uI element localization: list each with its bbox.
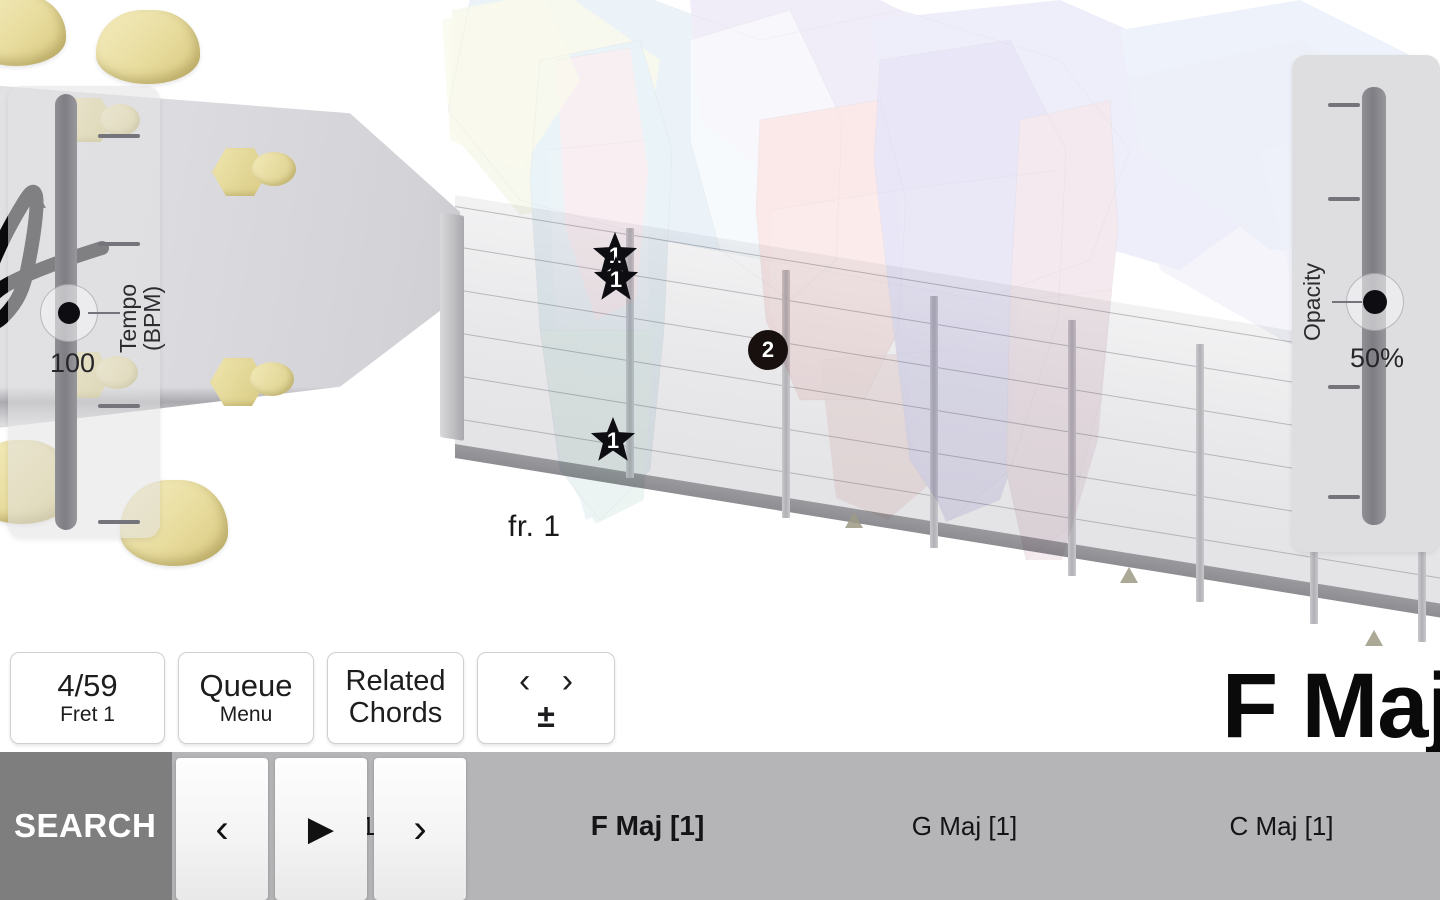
play-button[interactable]: ▶ — [275, 758, 367, 900]
fret-side-dot-1 — [845, 512, 863, 528]
opacity-tick-upper — [1328, 197, 1360, 201]
opacity-slider-knob-dot[interactable] — [1363, 290, 1387, 314]
opacity-label-connector — [1332, 301, 1362, 303]
queue-menu-sub: Menu — [219, 703, 273, 727]
tempo-slider-label: Tempo (BPM) — [115, 283, 166, 353]
finger-marker-1b-label: 1 — [609, 267, 623, 292]
queue-menu-title: Queue — [199, 667, 293, 703]
next-chord-button[interactable]: › — [374, 758, 466, 900]
fret-number-label: fr. 1 — [508, 510, 561, 543]
tempo-tick-upper — [98, 242, 140, 246]
fret-wire-2 — [782, 270, 790, 518]
chevron-left-icon: ‹ — [215, 806, 229, 851]
opacity-slider-label: Opacity — [1299, 263, 1325, 341]
tempo-slider-knob-dot[interactable] — [58, 302, 80, 324]
fret-wire-4 — [1068, 320, 1076, 576]
fret-wire-1 — [626, 228, 634, 478]
tuning-peg-post-2 — [252, 152, 296, 186]
related-chords-button[interactable]: Related Chords — [327, 652, 464, 744]
opacity-tick-top — [1328, 103, 1360, 107]
tuning-peg-post-4 — [250, 362, 294, 396]
tempo-tick-lower — [98, 404, 140, 408]
opacity-slider-value: 50% — [1350, 343, 1405, 373]
related-chords-line1: Related — [345, 665, 446, 698]
related-chords-line2: Chords — [348, 697, 443, 729]
tuning-peg-2[interactable] — [0, 0, 66, 66]
bottom-bar: SEARCH C Maj [1] F Maj [1] G Maj [1] C M… — [0, 752, 1440, 900]
plus-minus-icon: ± — [537, 698, 555, 734]
voicing-step-button[interactable]: ‹ › ± — [477, 652, 615, 744]
control-button-row: 4/59 Fret 1 Queue Menu Related Chords ‹ … — [0, 652, 1440, 752]
chevron-pair-icon: ‹ › — [518, 662, 585, 700]
tempo-tick-bottom — [98, 520, 140, 524]
fretboard-scene[interactable]: 1 1 1 2 fr. 1 F Maj Tempo (BPM) 100 Opac… — [0, 0, 1440, 752]
fret-side-dot-3 — [1365, 630, 1383, 646]
finger-marker-1c-label: 1 — [606, 428, 620, 453]
previous-chord-button[interactable]: ‹ — [176, 758, 268, 900]
chord-sequence-item-3[interactable]: G Maj [1] — [806, 811, 1123, 842]
finger-marker-2[interactable]: 2 — [748, 330, 788, 370]
chord-sequence-item-4[interactable]: C Maj [1] — [1123, 811, 1440, 842]
search-button[interactable]: SEARCH — [0, 752, 172, 900]
fret-wire-5 — [1196, 344, 1204, 602]
position-counter-value: 4/59 — [57, 667, 118, 703]
opacity-tick-lower — [1328, 385, 1360, 389]
chord-sequence-item-2[interactable]: F Maj [1] — [489, 810, 806, 842]
chevron-right-icon: › — [413, 806, 427, 851]
finger-marker-2-label: 2 — [761, 337, 775, 362]
tempo-slider-panel[interactable]: Tempo (BPM) 100 — [8, 86, 165, 538]
tempo-tick-top — [98, 134, 140, 138]
fret-wire-3 — [930, 296, 938, 548]
opacity-slider-panel[interactable]: Opacity 50% — [1292, 55, 1440, 552]
nut — [440, 212, 464, 441]
search-label: SEARCH — [14, 807, 157, 844]
position-counter-button[interactable]: 4/59 Fret 1 — [10, 652, 165, 744]
fret-side-dot-2 — [1120, 567, 1138, 583]
play-icon: ▶ — [307, 810, 335, 848]
queue-menu-button[interactable]: Queue Menu — [178, 652, 314, 744]
tuning-peg-1[interactable] — [96, 10, 200, 84]
opacity-tick-bottom — [1328, 495, 1360, 499]
tempo-slider-value: 100 — [50, 348, 96, 378]
position-counter-sub: Fret 1 — [60, 703, 115, 727]
guitar-chord-viewer: 1 1 1 2 fr. 1 F Maj Tempo (BPM) 100 Opac… — [0, 0, 1440, 900]
